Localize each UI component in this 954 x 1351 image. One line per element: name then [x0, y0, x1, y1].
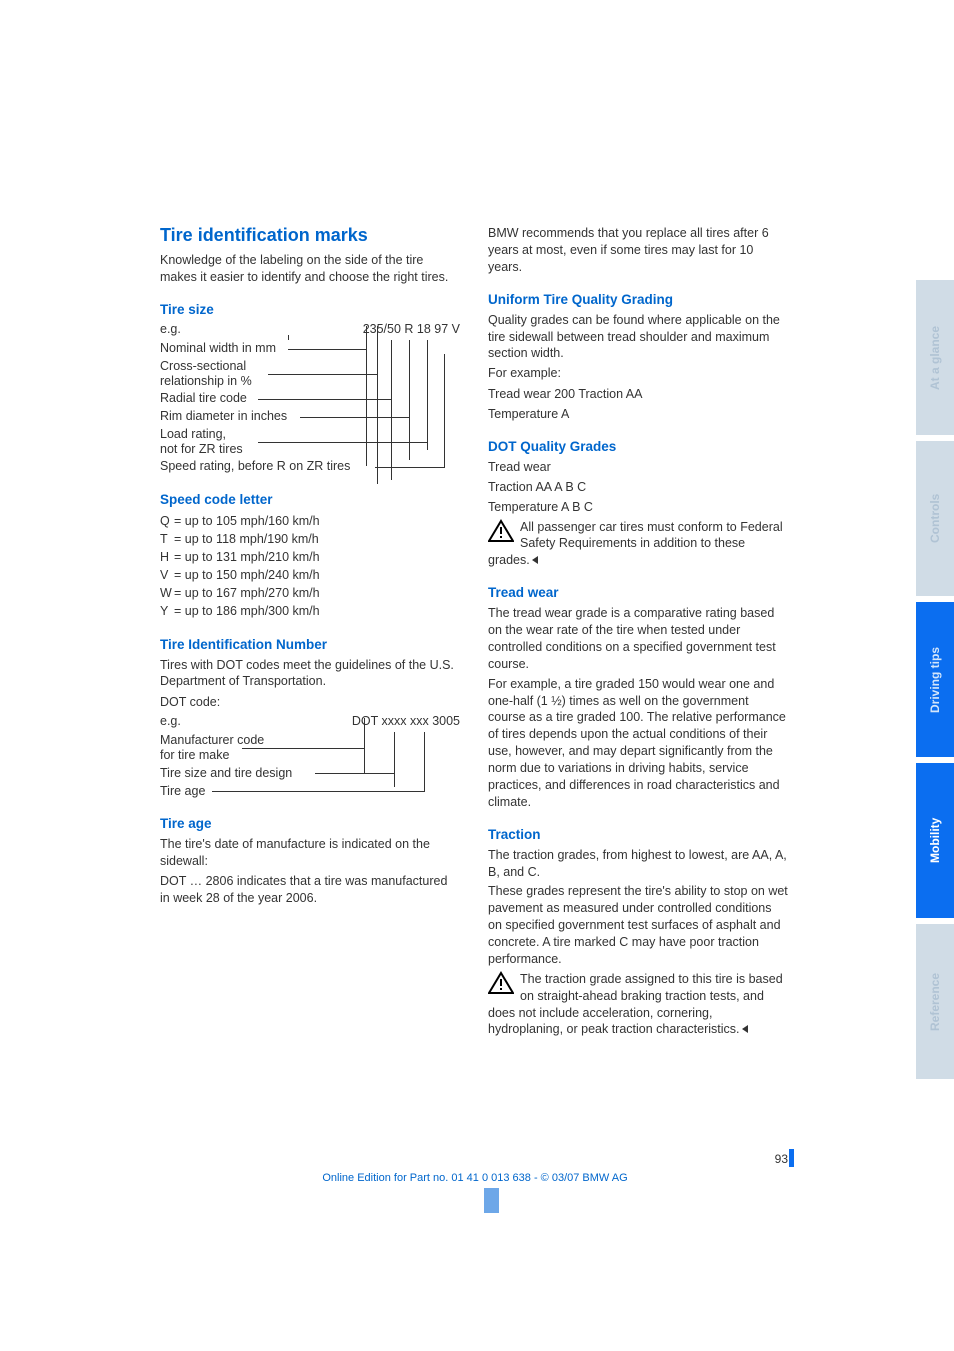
section-tabs: At a glance Controls Driving tips Mobili…	[916, 280, 954, 1079]
diag-label: Radial tire code	[160, 391, 247, 406]
diag-label: Speed rating, before R on ZR tires	[160, 459, 350, 474]
tab-driving-tips[interactable]: Driving tips	[916, 602, 954, 757]
tread-p1: The tread wear grade is a comparative ra…	[488, 605, 788, 673]
traction-note: The traction grade assigned to this tire…	[488, 971, 788, 1039]
left-column: Tire identification marks Knowledge of t…	[160, 225, 460, 1038]
footer-bar	[484, 1188, 499, 1213]
traction-p1: The traction grades, from highest to low…	[488, 847, 788, 881]
speed-code-heading: Speed code letter	[160, 492, 460, 507]
traction-heading: Traction	[488, 827, 788, 842]
speed-letter: Q	[160, 512, 174, 530]
speed-text: = up to 118 mph/190 km/h	[174, 532, 319, 546]
dot-diagram: Manufacturer code for tire make Tire siz…	[160, 732, 460, 800]
diag-label: Tire age	[160, 784, 205, 799]
speed-text: = up to 105 mph/160 km/h	[174, 514, 320, 528]
note-text: The traction grade assigned to this tire…	[488, 972, 783, 1037]
main-heading: Tire identification marks	[160, 225, 460, 246]
dot-heading: DOT Quality Grades	[488, 439, 788, 454]
tread-p2: For example, a tire graded 150 would wea…	[488, 676, 788, 811]
warning-icon	[488, 519, 514, 543]
tire-age-heading: Tire age	[160, 816, 460, 831]
speed-code-list: Q= up to 105 mph/160 km/h T= up to 118 m…	[160, 512, 460, 621]
tire-age-p1: The tire's date of manufacture is indica…	[160, 836, 460, 870]
tab-at-a-glance[interactable]: At a glance	[916, 280, 954, 435]
tire-size-example: e.g. 235/50 R 18 97 V	[160, 322, 460, 336]
traction-p2: These grades represent the tire's abilit…	[488, 883, 788, 967]
page-number: 93	[775, 1152, 788, 1166]
tire-size-diagram: Nominal width in mm Cross-sectional rela…	[160, 340, 460, 476]
footer-text: Online Edition for Part no. 01 41 0 013 …	[160, 1172, 790, 1184]
diag-label: Cross-sectional relationship in %	[160, 359, 252, 389]
speed-letter: T	[160, 530, 174, 548]
speed-text: = up to 186 mph/300 km/h	[174, 604, 320, 618]
warning-icon	[488, 971, 514, 995]
speed-text: = up to 167 mph/270 km/h	[174, 586, 320, 600]
intro-text: Knowledge of the labeling on the side of…	[160, 252, 460, 286]
speed-letter: Y	[160, 602, 174, 620]
tin-p2: DOT code:	[160, 694, 460, 711]
diag-label: Load rating, not for ZR tires	[160, 427, 243, 457]
tin-heading: Tire Identification Number	[160, 637, 460, 652]
tire-age-p2: DOT … 2806 indicates that a tire was man…	[160, 873, 460, 907]
tread-heading: Tread wear	[488, 585, 788, 600]
utqg-p4: Temperature A	[488, 406, 788, 423]
dot-note: All passenger car tires must conform to …	[488, 519, 788, 570]
right-column: BMW recommends that you replace all tire…	[488, 225, 788, 1038]
tab-controls[interactable]: Controls	[916, 441, 954, 596]
speed-letter: V	[160, 566, 174, 584]
bmw-recommendation: BMW recommends that you replace all tire…	[488, 225, 788, 276]
tab-mobility[interactable]: Mobility	[916, 763, 954, 918]
speed-letter: W	[160, 584, 174, 602]
eg-value: DOT xxxx xxx 3005	[352, 714, 460, 728]
eg-label: e.g.	[160, 714, 181, 728]
utqg-p1: Quality grades can be found where applic…	[488, 312, 788, 363]
end-note-icon	[530, 555, 546, 567]
speed-text: = up to 131 mph/210 km/h	[174, 550, 320, 564]
dot-p3: Temperature A B C	[488, 499, 788, 516]
diag-label: Tire size and tire design	[160, 766, 292, 781]
end-note-icon	[740, 1024, 756, 1036]
diag-label: Nominal width in mm	[160, 341, 276, 356]
speed-letter: H	[160, 548, 174, 566]
eg-label: e.g.	[160, 322, 181, 336]
utqg-p2: For example:	[488, 365, 788, 382]
tire-size-heading: Tire size	[160, 302, 460, 317]
tin-p1: Tires with DOT codes meet the guidelines…	[160, 657, 460, 691]
utqg-p3: Tread wear 200 Traction AA	[488, 386, 788, 403]
utqg-heading: Uniform Tire Quality Grading	[488, 292, 788, 307]
dot-example: e.g. DOT xxxx xxx 3005	[160, 714, 460, 728]
dot-p1: Tread wear	[488, 459, 788, 476]
speed-text: = up to 150 mph/240 km/h	[174, 568, 320, 582]
diag-label: Rim diameter in inches	[160, 409, 287, 424]
tab-reference[interactable]: Reference	[916, 924, 954, 1079]
dot-p2: Traction AA A B C	[488, 479, 788, 496]
page-number-bar	[789, 1149, 794, 1167]
